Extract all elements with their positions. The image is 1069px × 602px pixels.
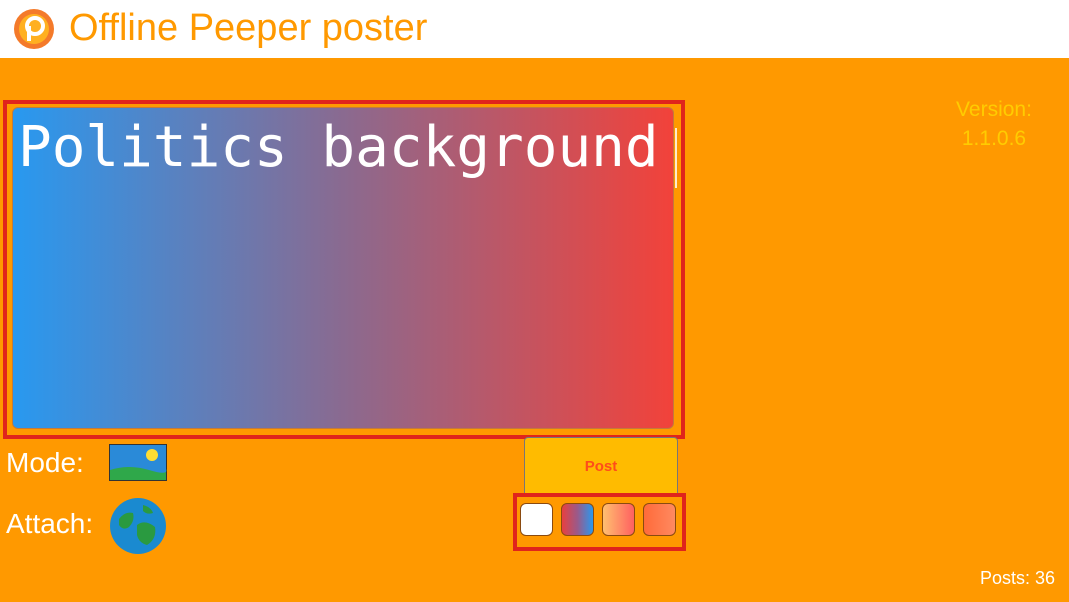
title-bar: Offline Peeper poster	[0, 0, 1069, 58]
globe-icon[interactable]	[109, 497, 167, 555]
post-editor-frame: Politics background	[3, 100, 685, 439]
attach-label: Attach:	[6, 508, 94, 539]
post-text: Politics background	[18, 115, 659, 180]
background-picker	[513, 493, 686, 551]
version-number: 1.1.0.6	[961, 127, 1027, 150]
background-swatch-politics[interactable]	[561, 503, 594, 536]
background-swatch-peach[interactable]	[602, 503, 635, 536]
post-text-area[interactable]: Politics background	[12, 107, 677, 429]
background-swatch-coral[interactable]	[643, 503, 676, 536]
posts-count: Posts: 36	[979, 568, 1055, 588]
version-label: Version:	[956, 98, 1032, 121]
image-mode-icon[interactable]	[109, 444, 167, 481]
version-info: Version: 1.1.0.6	[934, 95, 1054, 153]
mode-label: Mode:	[6, 447, 84, 478]
post-button[interactable]: Post	[524, 437, 678, 496]
app-title: Offline Peeper poster	[69, 7, 428, 49]
text-caret	[675, 128, 677, 188]
peeper-logo-icon	[14, 9, 54, 49]
background-swatch-white[interactable]	[520, 503, 553, 536]
